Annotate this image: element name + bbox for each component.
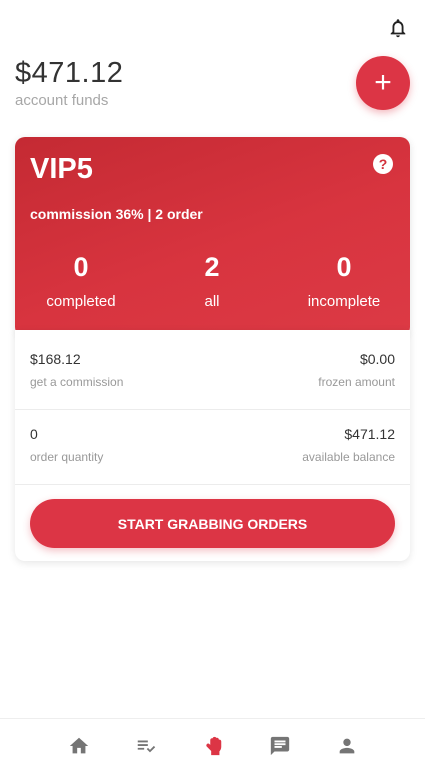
stat-completed: 0 completed <box>21 251 141 310</box>
bottom-tab-bar <box>0 718 425 772</box>
stat-label: all <box>204 293 220 310</box>
details-row: $168.12 get a commission $0.00 frozen am… <box>15 335 410 410</box>
detail-value: $0.00 <box>359 351 395 367</box>
stat-value: 2 <box>204 252 220 282</box>
detail-label: available balance <box>302 450 395 464</box>
stat-incomplete: 0 incomplete <box>284 251 404 310</box>
commission-earned: $168.12 get a commission <box>30 351 123 389</box>
available-balance: $471.12 available balance <box>302 426 395 464</box>
order-quantity: 0 order quantity <box>30 426 103 464</box>
tab-orders[interactable] <box>126 726 166 766</box>
detail-label: get a commission <box>30 375 124 389</box>
home-icon <box>69 737 88 753</box>
details-row: 0 order quantity $471.12 available balan… <box>15 410 410 485</box>
stat-value: 0 <box>73 252 89 282</box>
commission-text: commission 36% | 2 order <box>30 206 203 222</box>
grab-hand-icon <box>205 736 221 755</box>
detail-value: $471.12 <box>344 426 395 442</box>
message-icon <box>270 736 289 755</box>
vip-level: VIP5 <box>30 153 93 185</box>
tab-messages[interactable] <box>260 726 300 766</box>
detail-value: $168.12 <box>30 351 81 367</box>
notification-bell-icon[interactable] <box>387 16 409 40</box>
detail-label: order quantity <box>30 450 104 464</box>
stat-label: incomplete <box>307 293 381 310</box>
stat-value: 0 <box>336 252 352 282</box>
playlist-check-icon <box>137 740 155 752</box>
stat-all: 2 all <box>152 251 272 310</box>
tab-profile[interactable] <box>327 726 367 766</box>
person-icon <box>339 738 354 753</box>
help-icon[interactable]: ? <box>373 154 393 174</box>
tab-home[interactable] <box>59 726 99 766</box>
detail-value: 0 <box>30 426 38 442</box>
top-bar <box>0 0 425 50</box>
stat-label: completed <box>46 293 116 310</box>
add-button[interactable]: + <box>356 56 410 110</box>
frozen-amount: $0.00 frozen amount <box>318 351 395 389</box>
details-card: $168.12 get a commission $0.00 frozen am… <box>15 330 410 561</box>
vip-card: VIP5 ? commission 36% | 2 order 0 comple… <box>15 137 410 337</box>
start-grabbing-orders-button[interactable]: START GRABBING ORDERS <box>30 499 395 548</box>
detail-label: frozen amount <box>318 375 395 389</box>
account-funds: $471.12 account funds <box>15 56 123 109</box>
balance-label: account funds <box>15 92 109 109</box>
balance-amount: $471.12 <box>15 57 124 89</box>
tab-grab[interactable] <box>193 726 233 766</box>
